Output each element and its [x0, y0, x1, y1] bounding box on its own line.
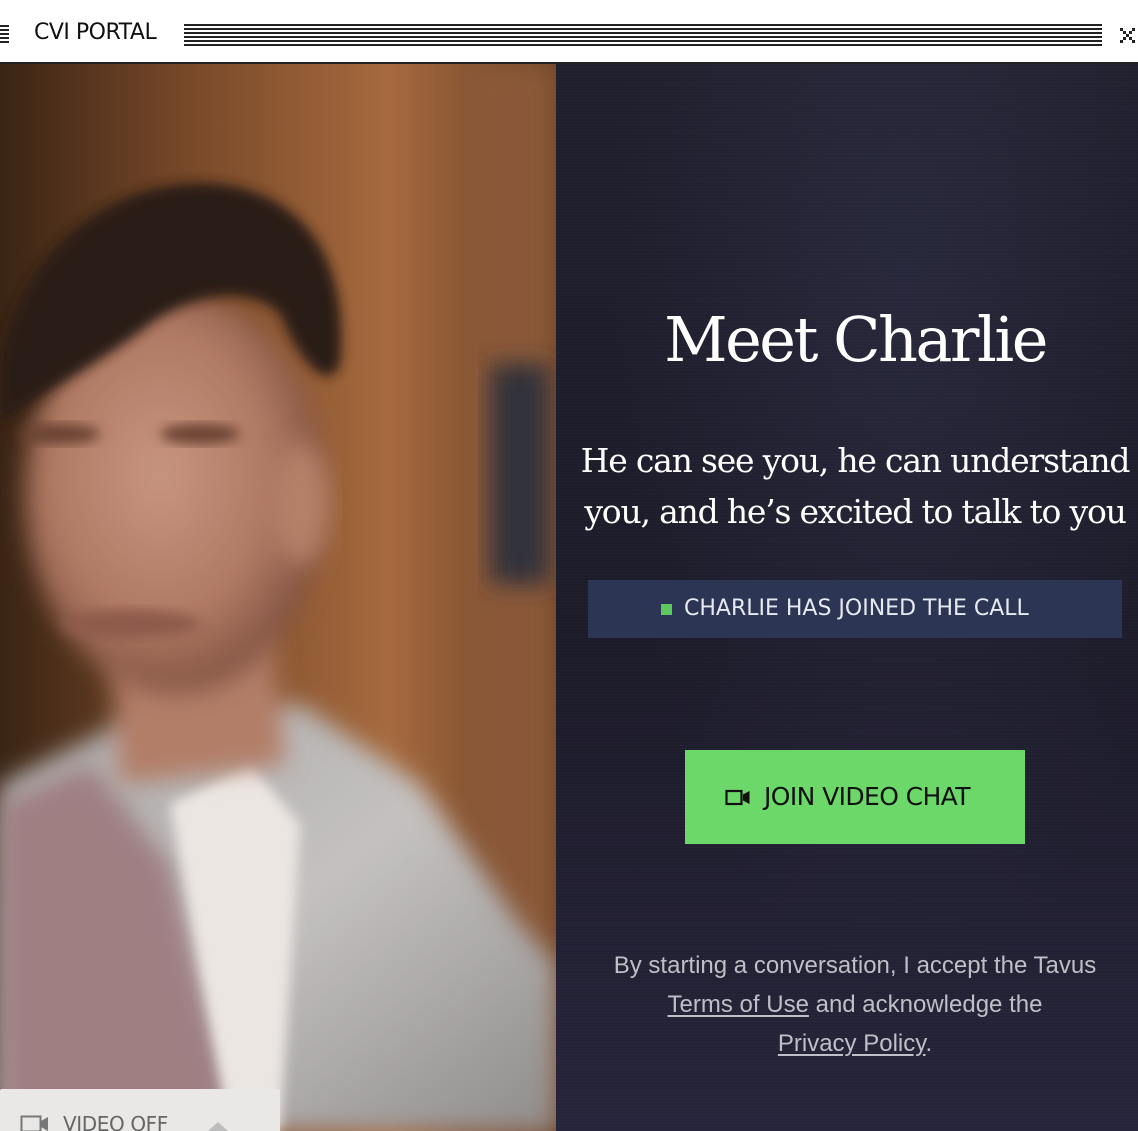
privacy-policy-link[interactable]: Privacy Policy: [778, 1030, 926, 1057]
status-banner: CHARLIE HAS JOINED THE CALL: [588, 580, 1122, 638]
join-video-chat-label: JOIN VIDEO CHAT: [764, 782, 971, 811]
video-toggle-label: VIDEO OFF: [63, 1112, 168, 1131]
join-video-chat-button[interactable]: JOIN VIDEO CHAT: [685, 750, 1025, 844]
title-bar-stripes-left: [0, 25, 9, 43]
window-title: CVI PORTAL: [34, 20, 157, 45]
legal-middle: and acknowledge the: [815, 991, 1043, 1018]
legal-suffix: .: [925, 1030, 933, 1057]
legal-prefix: By starting a conversation, I accept the…: [613, 952, 1097, 979]
video-frame-image: [0, 64, 556, 1131]
video-feed: VIDEO OFF: [0, 64, 556, 1131]
video-camera-icon: [20, 1114, 50, 1131]
video-camera-icon: [725, 789, 751, 806]
status-text: CHARLIE HAS JOINED THE CALL: [684, 596, 1029, 621]
page-subtitle: He can see you, he can understand you, a…: [580, 441, 1131, 531]
page-title: Meet Charlie: [664, 303, 1048, 376]
info-panel: Meet Charlie He can see you, he can unde…: [556, 64, 1138, 1131]
terms-of-use-link[interactable]: Terms of Use: [668, 991, 809, 1018]
caret-up-icon[interactable]: [206, 1119, 230, 1131]
close-icon[interactable]: [1117, 22, 1138, 48]
legal-notice: By starting a conversation, I accept the…: [578, 946, 1132, 1063]
title-bar-stripes: [184, 24, 1102, 46]
title-bar: CVI PORTAL: [0, 0, 1138, 64]
status-indicator-icon: [661, 604, 672, 615]
video-toggle-control[interactable]: VIDEO OFF: [0, 1089, 280, 1131]
